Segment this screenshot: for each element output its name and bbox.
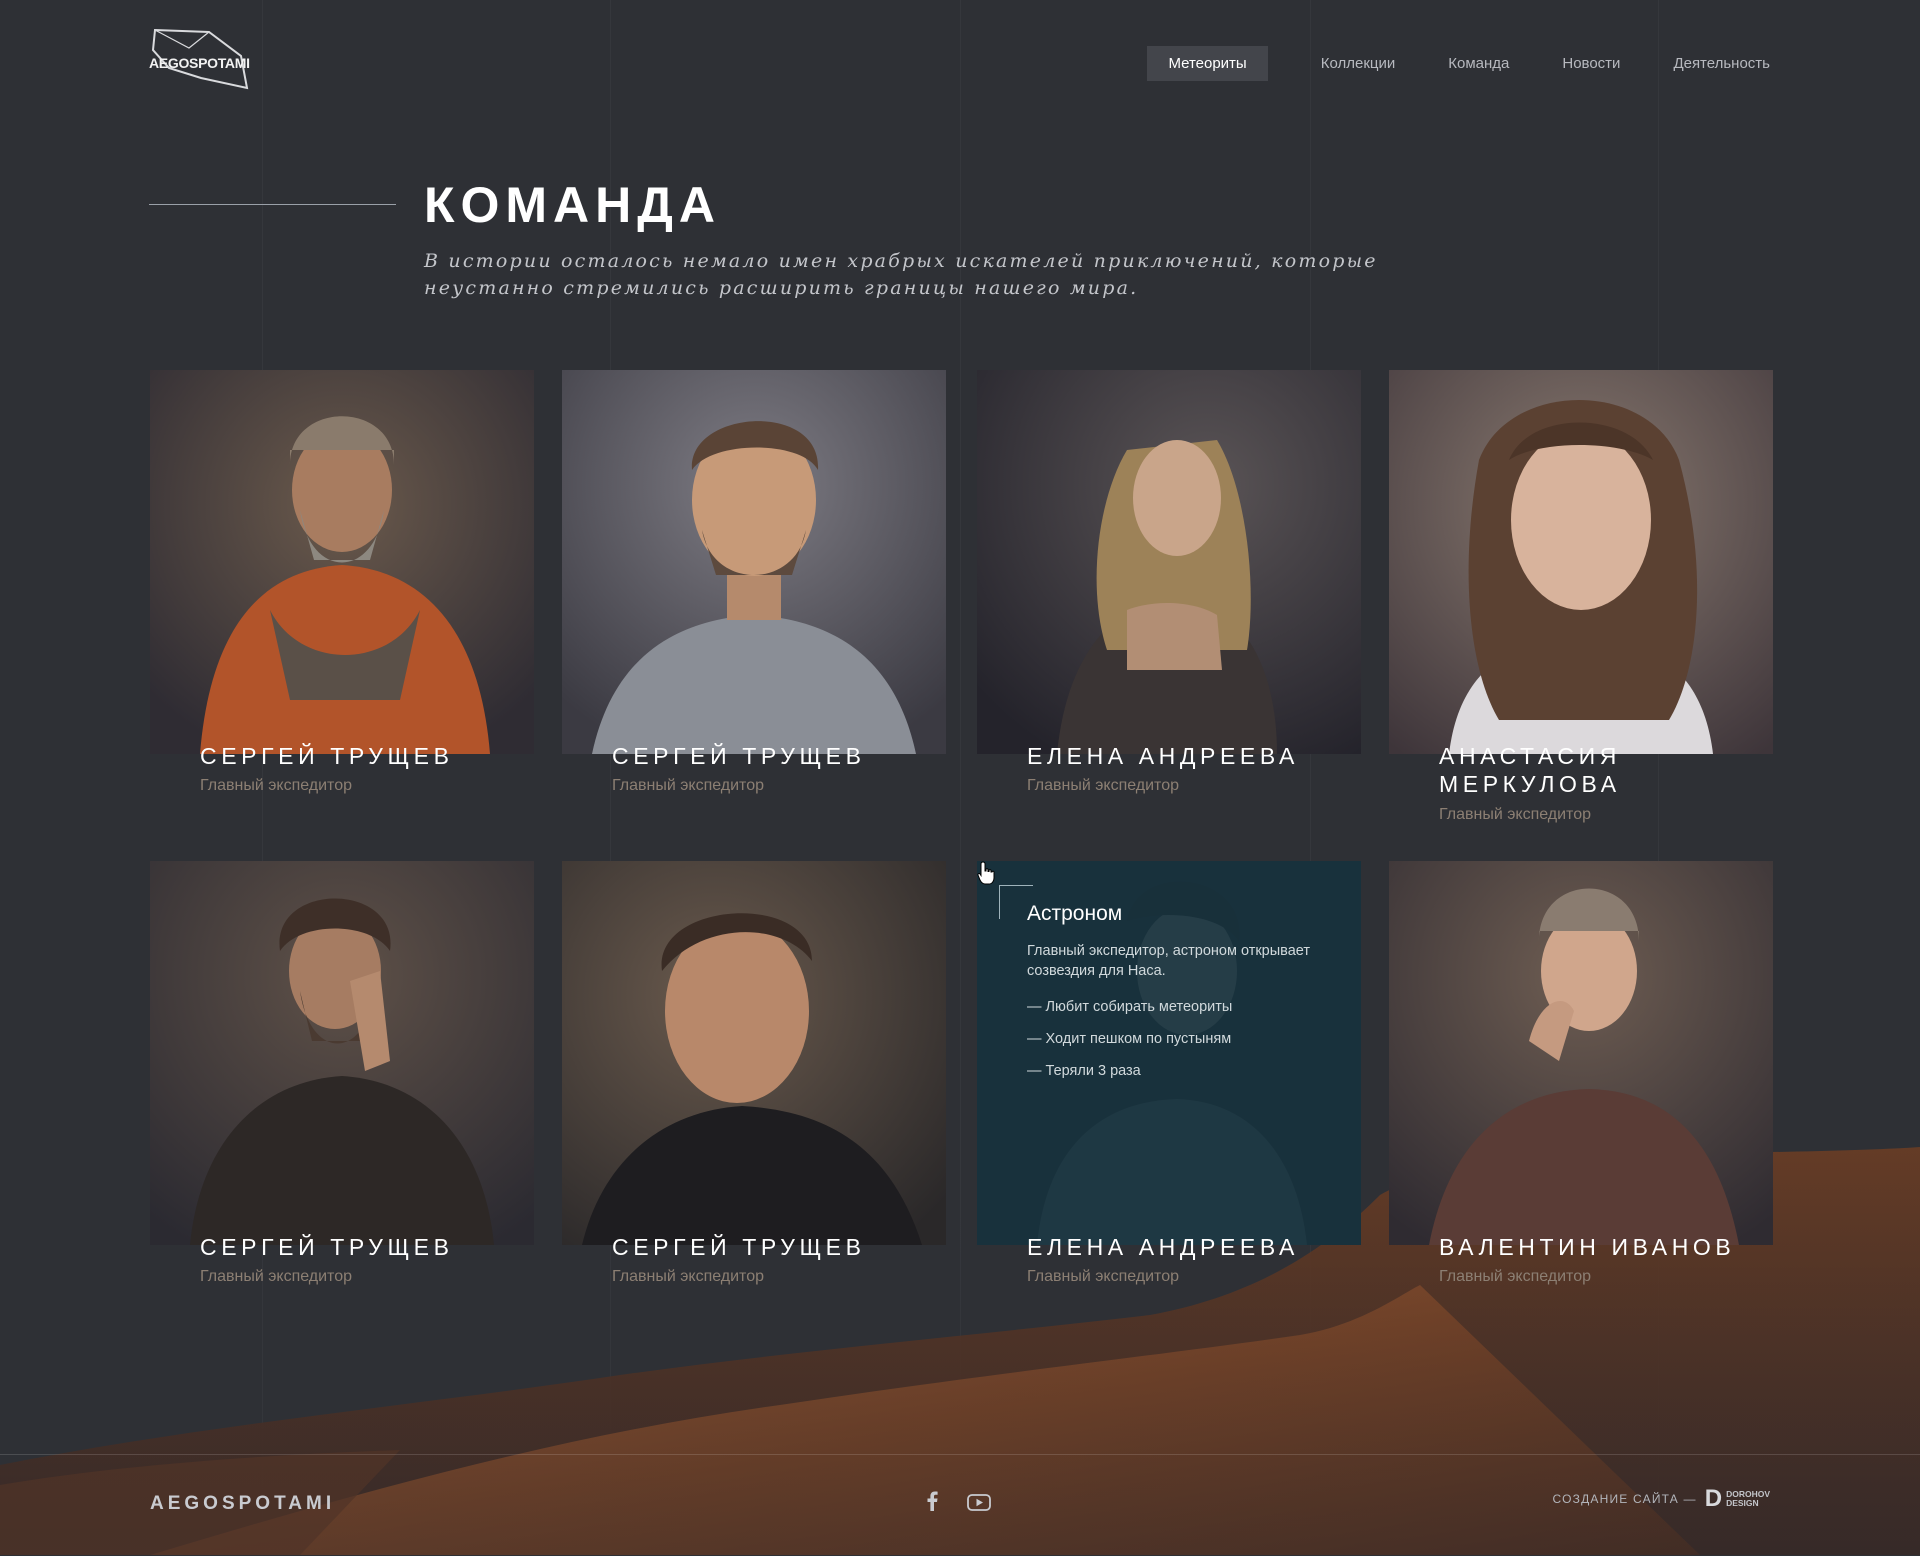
team-member-role: Главный экспедитор — [200, 777, 352, 794]
site-credits[interactable]: СОЗДАНИЕ САЙТА — D DOROHOV DESIGN — [1552, 1485, 1770, 1513]
main-navigation: Метеориты Коллекции Команда Новости Деят… — [1147, 46, 1770, 81]
team-card[interactable]: АНАСТАСИЯ МЕРКУЛОВА Главный экспедитор — [1389, 370, 1773, 823]
team-member-role: Главный экспедитор — [612, 777, 764, 794]
nav-item-activity[interactable]: Деятельность — [1673, 46, 1770, 81]
team-card[interactable]: СЕРГЕЙ ТРУЩЕВ Главный экспедитор — [150, 861, 534, 1285]
team-member-name: СЕРГЕЙ ТРУЩЕВ — [200, 1234, 454, 1260]
overlay-fact: Теряли 3 раза — [1027, 1055, 1232, 1087]
team-member-name: ВАЛЕНТИН ИВАНОВ — [1439, 1234, 1736, 1260]
team-member-photo: Астроном Главный экспедитор, астроном от… — [977, 861, 1361, 1245]
page-title: КОМАНДА — [424, 177, 722, 233]
team-member-role: Главный экспедитор — [1439, 806, 1591, 823]
facebook-icon[interactable] — [926, 1491, 938, 1511]
team-member-role: Главный экспедитор — [1439, 1268, 1591, 1285]
team-member-photo — [1389, 861, 1773, 1245]
overlay-fact: Любит собирать метеориты — [1027, 991, 1233, 1023]
credits-brand-line: DESIGN — [1726, 1498, 1759, 1508]
team-member-photo — [977, 370, 1361, 754]
team-member-name: СЕРГЕЙ ТРУЩЕВ — [612, 743, 866, 769]
team-member-role: Главный экспедитор — [612, 1268, 764, 1285]
team-member-role: Главный экспедитор — [200, 1268, 352, 1285]
team-member-photo — [1389, 370, 1773, 754]
nav-item-collections[interactable]: Коллекции — [1321, 46, 1396, 81]
site-logo[interactable]: AEGOSPOTAMI — [149, 28, 253, 92]
team-member-name: ЕЛЕНА АНДРЕЕВА — [1027, 743, 1299, 769]
site-footer: AEGOSPOTAMI СОЗДАНИЕ САЙТА — D DOROHOV D… — [0, 1454, 1920, 1556]
hover-overlay: Астроном Главный экспедитор, астроном от… — [977, 861, 1361, 1245]
logo-text: AEGOSPOTAMI — [149, 55, 250, 71]
hand-cursor-icon — [977, 861, 995, 885]
footer-logo[interactable]: AEGOSPOTAMI — [150, 1493, 335, 1515]
team-member-photo — [150, 861, 534, 1245]
overlay-fact: Ходит пешком по пустыням — [1027, 1023, 1232, 1055]
nav-item-news[interactable]: Новости — [1562, 46, 1620, 81]
credits-brand: DOROHOV DESIGN — [1726, 1490, 1770, 1508]
team-member-name: СЕРГЕЙ ТРУЩЕВ — [612, 1234, 866, 1260]
overlay-facts-list: Любит собирать метеориты Ходит пешком по… — [1027, 991, 1233, 1087]
team-card[interactable]: ВАЛЕНТИН ИВАНОВ Главный экспедитор — [1389, 861, 1773, 1285]
team-card[interactable]: ЕЛЕНА АНДРЕЕВА Главный экспедитор — [977, 370, 1361, 794]
team-member-name: СЕРГЕЙ ТРУЩЕВ — [200, 743, 454, 769]
title-divider — [149, 204, 396, 205]
team-member-role: Главный экспедитор — [1027, 777, 1179, 794]
team-card-hovered[interactable]: Астроном Главный экспедитор, астроном от… — [977, 861, 1361, 1285]
team-member-name: ЕЛЕНА АНДРЕЕВА — [1027, 1234, 1299, 1260]
youtube-icon[interactable] — [967, 1494, 991, 1511]
overlay-title: Астроном — [1027, 902, 1123, 925]
credits-label: СОЗДАНИЕ САЙТА — — [1552, 1492, 1697, 1506]
team-member-photo — [562, 370, 946, 754]
team-card[interactable]: СЕРГЕЙ ТРУЩЕВ Главный экспедитор — [562, 861, 946, 1285]
team-card[interactable]: СЕРГЕЙ ТРУЩЕВ Главный экспедитор — [562, 370, 946, 794]
team-member-name: АНАСТАСИЯ МЕРКУЛОВА — [1439, 743, 1621, 797]
team-member-photo — [562, 861, 946, 1245]
nav-item-meteorites[interactable]: Метеориты — [1147, 46, 1268, 81]
nav-item-team[interactable]: Команда — [1448, 46, 1509, 81]
team-member-role: Главный экспедитор — [1027, 1268, 1179, 1285]
team-card[interactable]: СЕРГЕЙ ТРУЩЕВ Главный экспедитор — [150, 370, 534, 794]
page-subtitle: В истории осталось немало имен храбрых и… — [424, 250, 1378, 299]
dorohov-logo-icon: D — [1704, 1485, 1723, 1512]
overlay-description: Главный экспедитор, астроном открывает с… — [1027, 943, 1310, 979]
team-member-photo — [150, 370, 534, 754]
